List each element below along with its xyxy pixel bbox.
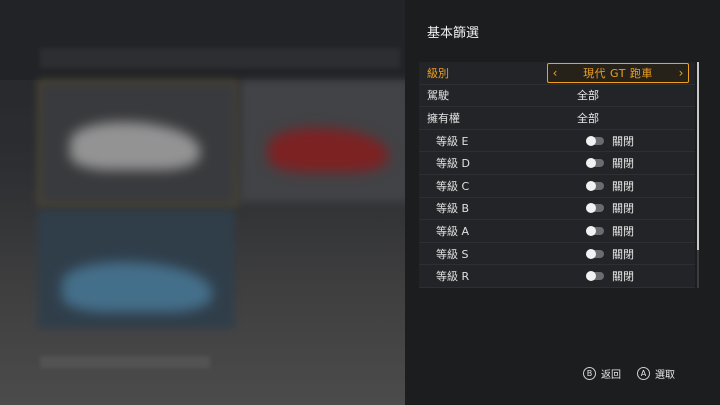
- filter-row-grade-e[interactable]: 等級 E 關閉: [419, 130, 695, 153]
- filter-row-ownership[interactable]: 擁有權 全部: [419, 107, 695, 130]
- filter-label: 等級 B: [436, 202, 470, 216]
- toggle-off-icon[interactable]: [586, 180, 604, 191]
- filter-value: 關閉: [564, 178, 695, 194]
- class-selector[interactable]: ‹ 現代 GT 跑車 ›: [547, 63, 689, 83]
- filter-value: 關閉: [564, 200, 695, 216]
- filter-label: 等級 C: [436, 179, 470, 193]
- filter-value: 全部: [577, 89, 599, 103]
- filter-label: 等級 A: [436, 224, 470, 238]
- filter-value: 關閉: [564, 155, 695, 171]
- filter-label: 等級 E: [436, 134, 469, 148]
- filter-list: 級別 ‹ 現代 GT 跑車 › 駕駛 全部 擁有權 全部 等級 E 關閉 等級: [419, 62, 695, 288]
- filter-row-grade-b[interactable]: 等級 B 關閉: [419, 198, 695, 221]
- chevron-right-icon[interactable]: ›: [674, 66, 688, 80]
- a-button-icon: A: [637, 366, 650, 380]
- select-label: 選取: [655, 369, 675, 381]
- blurred-background: [0, 0, 405, 405]
- filter-value: 關閉: [564, 223, 695, 239]
- select-hint[interactable]: A 選取: [637, 365, 675, 381]
- filter-row-grade-a[interactable]: 等級 A 關閉: [419, 220, 695, 243]
- filter-label: 級別: [427, 66, 449, 80]
- filter-row-grade-r[interactable]: 等級 R 關閉: [419, 265, 695, 288]
- toggle-state-text: 關閉: [612, 270, 634, 284]
- filter-value: 關閉: [564, 268, 695, 284]
- filter-row-class[interactable]: 級別 ‹ 現代 GT 跑車 ›: [419, 62, 695, 85]
- filter-label: 等級 D: [436, 157, 470, 171]
- list-scrollbar[interactable]: [697, 62, 699, 288]
- panel-title: 基本篩選: [427, 26, 480, 41]
- background-dim-overlay: [0, 0, 405, 405]
- filter-value: 全部: [577, 111, 599, 125]
- class-selector-value: 現代 GT 跑車: [583, 67, 653, 80]
- toggle-off-icon[interactable]: [586, 248, 604, 259]
- toggle-off-icon[interactable]: [586, 271, 604, 282]
- toggle-off-icon[interactable]: [586, 158, 604, 169]
- toggle-state-text: 關閉: [612, 247, 634, 261]
- filter-label: 擁有權: [427, 111, 460, 125]
- toggle-state-text: 關閉: [612, 134, 634, 148]
- back-label: 返回: [601, 369, 621, 381]
- toggle-state-text: 關閉: [612, 157, 634, 171]
- scrollbar-thumb[interactable]: [697, 62, 699, 250]
- filter-row-grade-d[interactable]: 等級 D 關閉: [419, 152, 695, 175]
- filter-row-grade-c[interactable]: 等級 C 關閉: [419, 175, 695, 198]
- filter-value: 關閉: [564, 133, 695, 149]
- filter-label: 等級 R: [436, 270, 470, 284]
- toggle-state-text: 關閉: [612, 202, 634, 216]
- toggle-off-icon[interactable]: [586, 225, 604, 236]
- filter-label: 駕駛: [427, 89, 449, 103]
- chevron-left-icon[interactable]: ‹: [548, 66, 562, 80]
- filter-row-driver[interactable]: 駕駛 全部: [419, 85, 695, 108]
- toggle-state-text: 關閉: [612, 179, 634, 193]
- b-button-icon: B: [583, 366, 596, 380]
- toggle-state-text: 關閉: [612, 224, 634, 238]
- filter-row-grade-s[interactable]: 等級 S 關閉: [419, 243, 695, 266]
- toggle-off-icon[interactable]: [586, 135, 604, 146]
- filter-value: 關閉: [564, 246, 695, 262]
- back-hint[interactable]: B 返回: [583, 365, 621, 381]
- filter-label: 等級 S: [436, 247, 469, 261]
- toggle-off-icon[interactable]: [586, 203, 604, 214]
- filter-panel: 基本篩選 級別 ‹ 現代 GT 跑車 › 駕駛 全部 擁有權 全部 等級 E 關…: [405, 0, 720, 405]
